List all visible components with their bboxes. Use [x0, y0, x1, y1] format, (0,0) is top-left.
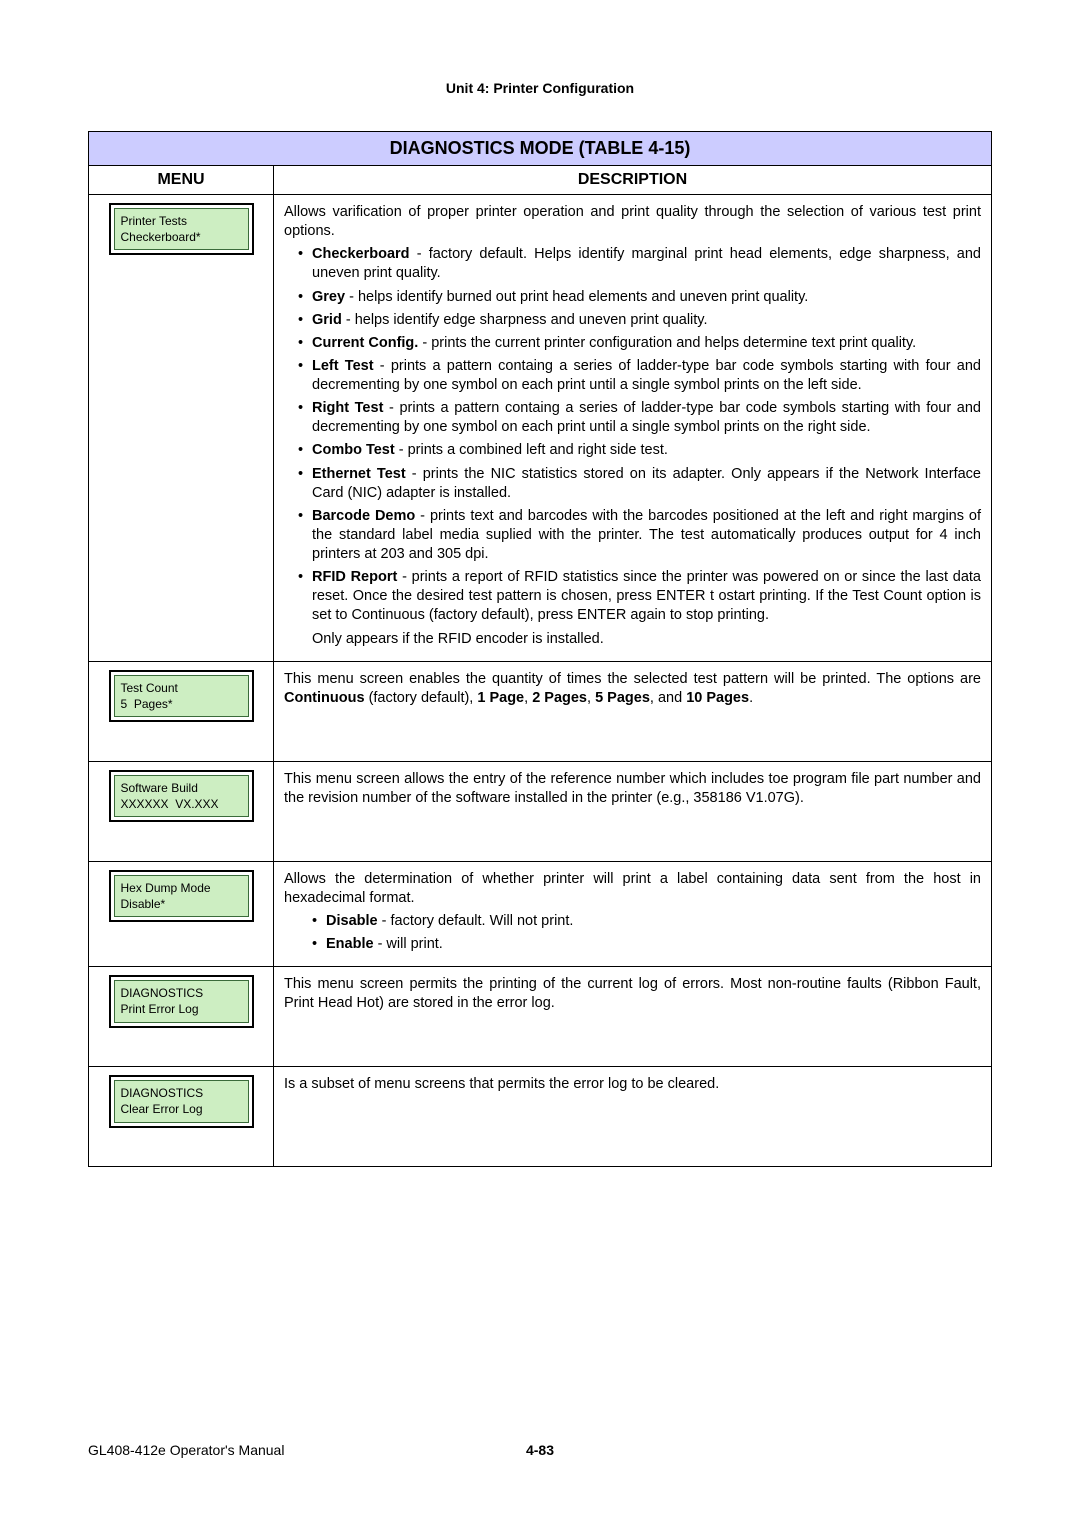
txt: (factory default), [365, 690, 478, 706]
lcd-line2: XXXXXX VX.XXX [121, 796, 242, 812]
bold: Continuous [284, 690, 365, 706]
desc-pre: This menu screen enables the quantity of… [284, 671, 981, 687]
lcd-line1: Printer Tests [121, 213, 242, 229]
lcd-line2: Print Error Log [121, 1001, 242, 1017]
lcd-line1: DIAGNOSTICS [121, 985, 242, 1001]
bold: 10 Pages [686, 690, 749, 706]
table-row: DIAGNOSTICS Clear Error Log Is a subset … [89, 1067, 992, 1167]
table-row: Software Build XXXXXX VX.XXX This menu s… [89, 761, 992, 861]
lcd-line2: Checkerboard* [121, 229, 242, 245]
lcd-line2: Clear Error Log [121, 1101, 242, 1117]
bullet-bold: Grey [312, 289, 345, 305]
bold: 2 Pages [532, 690, 587, 706]
bullet-bold: Grid [312, 312, 342, 328]
lcd-display: DIAGNOSTICS Print Error Log [109, 975, 254, 1027]
lcd-line1: Test Count [121, 680, 242, 696]
bullet-bold: Ethernet Test [312, 466, 406, 482]
bullet-list: Disable - factory default. Will not prin… [284, 912, 981, 954]
txt: . [749, 690, 753, 706]
bullet-bold: Disable [326, 913, 378, 929]
bullet-text: - prints the current printer configurati… [418, 335, 916, 351]
desc-intro: Allows varification of proper printer op… [284, 203, 981, 241]
table-row: DIAGNOSTICS Print Error Log This menu sc… [89, 967, 992, 1067]
desc-text: Is a subset of menu screens that permits… [284, 1075, 981, 1094]
footer-page-number: 4-83 [526, 1442, 554, 1458]
lcd-display: Printer Tests Checkerboard* [109, 203, 254, 255]
bullet-text: - will print. [374, 936, 443, 952]
footer-manual-title: GL408-412e Operator's Manual [88, 1442, 284, 1458]
desc-outro: Only appears if the RFID encoder is inst… [284, 630, 981, 649]
diagnostics-table: DIAGNOSTICS MODE (TABLE 4-15) MENU DESCR… [88, 131, 992, 1167]
bullet-text: - prints a pattern containg a series of … [312, 400, 981, 435]
bullet-text: - prints a pattern containg a series of … [312, 358, 981, 393]
table-title: DIAGNOSTICS MODE (TABLE 4-15) [89, 132, 992, 166]
bullet-text: - factory default. Will not print. [378, 913, 574, 929]
lcd-line2: 5 Pages* [121, 696, 242, 712]
bullet-bold: Combo Test [312, 442, 395, 458]
bullet-bold: Left Test [312, 358, 374, 374]
bullet-bold: Right Test [312, 400, 383, 416]
unit-header: Unit 4: Printer Configuration [88, 80, 992, 96]
bullet-text: - helps identify burned out print head e… [345, 289, 808, 305]
lcd-display: Hex Dump Mode Disable* [109, 870, 254, 922]
bullet-bold: Enable [326, 936, 374, 952]
bullet-list: Checkerboard - factory default. Helps id… [284, 245, 981, 625]
bullet-bold: Checkerboard [312, 246, 410, 262]
lcd-line1: Hex Dump Mode [121, 880, 242, 896]
table-row: Hex Dump Mode Disable* Allows the determ… [89, 861, 992, 967]
bullet-text: - helps identify edge sharpness and unev… [342, 312, 708, 328]
col-description: DESCRIPTION [274, 166, 992, 195]
desc-text: This menu screen allows the entry of the… [284, 770, 981, 808]
bold: 5 Pages [595, 690, 650, 706]
txt: , [524, 690, 532, 706]
lcd-line1: DIAGNOSTICS [121, 1085, 242, 1101]
txt: , and [650, 690, 686, 706]
desc-intro: Allows the determination of whether prin… [284, 870, 981, 908]
lcd-display: DIAGNOSTICS Clear Error Log [109, 1075, 254, 1127]
desc-text: This menu screen permits the printing of… [284, 975, 981, 1013]
table-row: Test Count 5 Pages* This menu screen ena… [89, 661, 992, 761]
lcd-display: Test Count 5 Pages* [109, 670, 254, 722]
bullet-bold: RFID Report [312, 569, 397, 585]
table-row: Printer Tests Checkerboard* Allows varif… [89, 195, 992, 662]
bullet-text: - prints a combined left and right side … [395, 442, 668, 458]
lcd-display: Software Build XXXXXX VX.XXX [109, 770, 254, 822]
bullet-text: - factory default. Helps identify margin… [312, 246, 981, 281]
page-footer: GL408-412e Operator's Manual 4-83 [88, 1442, 992, 1458]
lcd-line1: Software Build [121, 780, 242, 796]
bold: 1 Page [477, 690, 524, 706]
col-menu: MENU [89, 166, 274, 195]
desc-text: This menu screen enables the quantity of… [284, 670, 981, 708]
txt: , [587, 690, 595, 706]
bullet-text: - prints the NIC statistics stored on it… [312, 466, 981, 501]
bullet-text: - prints a report of RFID statistics sin… [312, 569, 981, 623]
lcd-line2: Disable* [121, 896, 242, 912]
bullet-bold: Current Config. [312, 335, 418, 351]
bullet-bold: Barcode Demo [312, 508, 415, 524]
